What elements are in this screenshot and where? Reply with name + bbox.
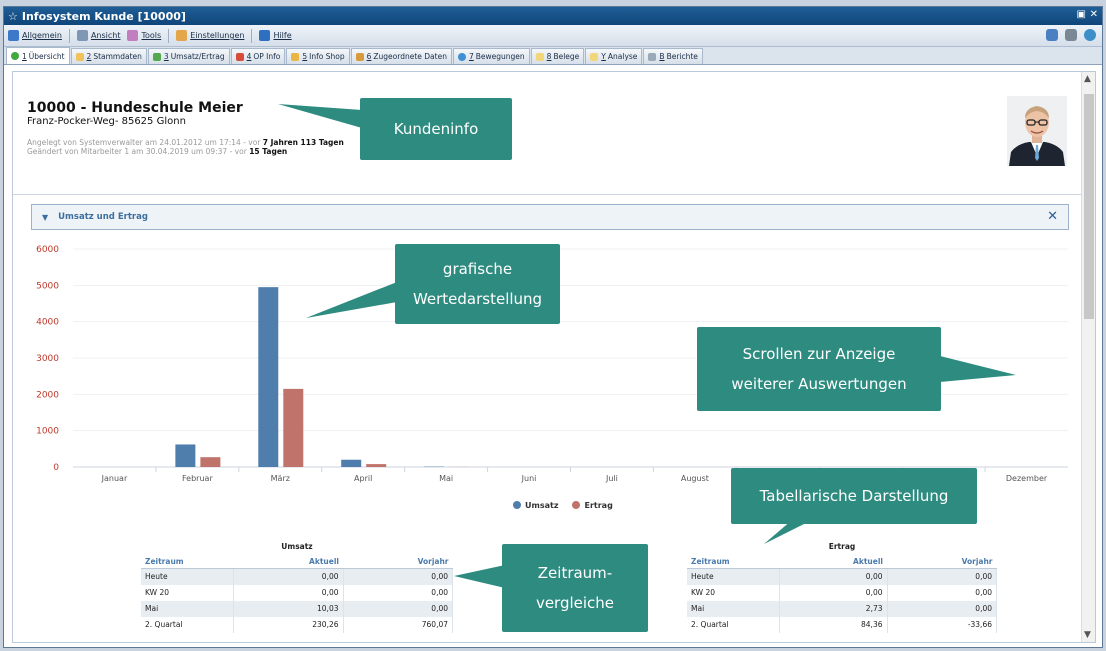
pointer-scroll [940,356,1016,382]
callout-kundeninfo: Kundeninfo [360,98,512,160]
callout-tabelle: Tabellarische Darstellung [731,468,977,524]
pointer-kundeninfo [278,104,362,128]
pointer-grafik [306,282,397,318]
callout-zeitraum: Zeitraum- vergleiche [502,544,648,632]
callout-grafik: grafische Wertedarstellung [395,244,560,324]
pointer-zeitraum [454,565,505,588]
callout-scroll: Scrollen zur Anzeige weiterer Auswertung… [697,327,941,411]
